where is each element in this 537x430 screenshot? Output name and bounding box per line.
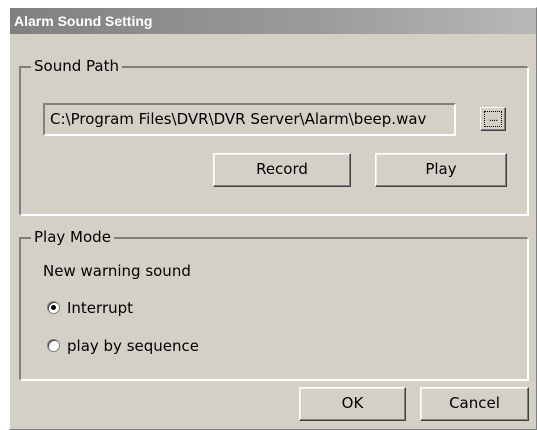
radio-selected-icon	[47, 301, 60, 314]
record-button[interactable]: Record	[213, 153, 351, 187]
ok-button[interactable]: OK	[299, 387, 406, 421]
cancel-button[interactable]: Cancel	[420, 387, 529, 421]
dialog-title: Alarm Sound Setting	[10, 8, 536, 34]
radio-interrupt-label: Interrupt	[67, 299, 134, 317]
play-mode-group-label: Play Mode	[31, 228, 114, 246]
radio-unselected-icon	[47, 339, 60, 352]
sound-path-group: Sound Path C:\Program Files\DVR\DVR Serv…	[20, 57, 528, 215]
radio-play-by-sequence-label: play by sequence	[67, 337, 199, 355]
new-warning-sound-label: New warning sound	[43, 262, 191, 280]
browse-button[interactable]: ....	[480, 107, 506, 131]
play-mode-group: Play Mode New warning sound Interrupt pl…	[20, 228, 528, 380]
alarm-sound-setting-dialog: Alarm Sound Setting Sound Path C:\Progra…	[9, 7, 537, 430]
sound-path-group-label: Sound Path	[31, 57, 122, 75]
play-button[interactable]: Play	[375, 153, 507, 187]
sound-path-field[interactable]: C:\Program Files\DVR\DVR Server\Alarm\be…	[43, 103, 456, 136]
ellipsis-icon: ....	[484, 111, 502, 127]
